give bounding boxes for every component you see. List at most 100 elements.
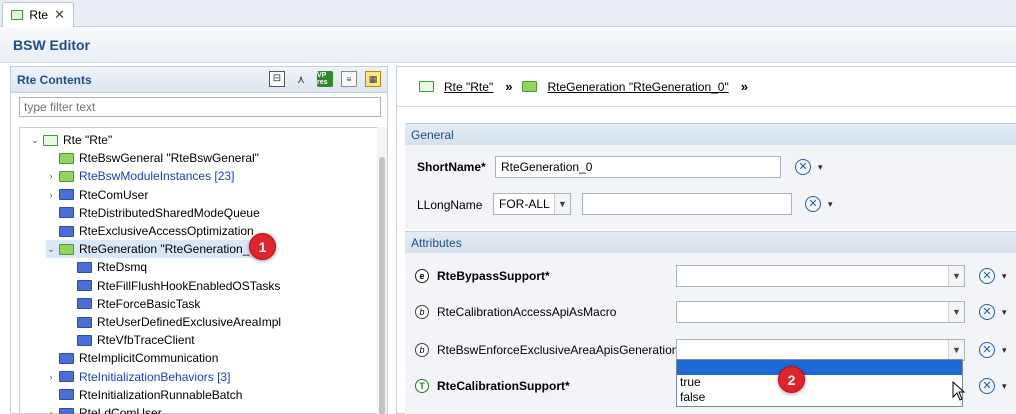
attribute-label: RteCalibrationSupport* (437, 379, 570, 393)
section-header-attributes[interactable]: Attributes (405, 231, 1016, 253)
container-icon (59, 243, 74, 255)
editor-title: BSW Editor (13, 37, 90, 53)
tree-item-label: Rte "Rte" (63, 133, 113, 147)
chevron-down-icon[interactable]: ▼ (948, 340, 964, 360)
tree-item[interactable]: RteBswGeneral "RteBswGeneral" (46, 149, 259, 167)
vp-res-icon[interactable]: VP res (317, 71, 333, 87)
tree-item-label: RteVfbTraceClient (97, 333, 195, 348)
tree-item[interactable]: RteImplicitCommunication (46, 349, 218, 367)
dropdown-option-empty[interactable] (677, 360, 962, 375)
tree-item-label: RteForceBasicTask (97, 296, 201, 311)
attribute-label: RteCalibrationAccessApiAsMacro (437, 305, 617, 319)
package-icon (419, 81, 434, 92)
filter-input[interactable] (19, 97, 381, 117)
longname-input[interactable] (582, 193, 792, 215)
dropdown-option-true[interactable]: true (677, 375, 962, 390)
scrollbar-thumb[interactable] (379, 157, 385, 414)
tree-item[interactable]: › RteInitializationBehaviors [3] (46, 368, 231, 386)
tab-rte[interactable]: Rte ✕ (2, 2, 74, 27)
attribute-value-select[interactable]: ▼ (676, 301, 965, 323)
tree-item[interactable]: RteVfbTraceClient (64, 331, 195, 349)
tree-item[interactable]: ⌄ RteGeneration "RteGeneration_0" (46, 240, 261, 259)
container-def-icon (59, 407, 74, 414)
tab-label: Rte (29, 8, 49, 22)
container-def-icon (77, 280, 92, 292)
container-def-icon (59, 225, 74, 237)
tree-item[interactable]: RteForceBasicTask (64, 295, 200, 313)
section-header-general[interactable]: General (405, 123, 1016, 145)
longname-label: LLongName (417, 198, 483, 212)
document-icon[interactable]: ≡ (341, 71, 357, 87)
general-form: ShortName* RteGeneration_0 ✕ ▾ LLongName… (405, 145, 1016, 229)
tree-item[interactable]: ⌄ Rte "Rte" (30, 131, 112, 149)
container-icon (59, 170, 74, 182)
container-def-icon (59, 371, 74, 383)
attribute-type-icon: T (415, 379, 429, 393)
chevron-right-icon[interactable]: › (46, 190, 56, 200)
tree-item-label: RteDsmq (97, 260, 148, 275)
package-icon (11, 10, 24, 20)
collapse-all-icon[interactable]: ⊟ (269, 71, 285, 87)
chevron-down-icon[interactable]: ▾ (1002, 307, 1007, 318)
chevron-down-icon[interactable]: ▾ (1002, 271, 1007, 282)
mouse-cursor-icon (952, 381, 966, 401)
shortname-label: ShortName* (417, 160, 486, 174)
dropdown-list[interactable]: true false (676, 359, 963, 407)
chevron-right-icon[interactable]: › (46, 408, 56, 414)
tree-item[interactable]: RteExclusiveAccessOptimization (46, 222, 254, 240)
tree-item-label: RteLdComUser (79, 406, 162, 414)
close-icon[interactable]: ✕ (54, 7, 65, 23)
chevron-down-icon[interactable]: ▼ (948, 266, 964, 286)
clear-icon[interactable]: ✕ (979, 268, 995, 284)
chevron-down-icon[interactable]: ⌄ (46, 244, 56, 255)
chevron-right-icon[interactable]: › (46, 372, 56, 382)
chevron-right-icon[interactable]: › (46, 171, 56, 181)
chevron-down-icon[interactable]: ⌄ (30, 135, 40, 146)
attribute-value-select[interactable]: ▼ (676, 265, 965, 287)
chevron-down-icon[interactable]: ▾ (1002, 381, 1007, 392)
contents-tree: ⌄ Rte "Rte" RteBswGeneral "RteBswGeneral" ›… (19, 127, 381, 414)
attribute-value-select[interactable]: ▼ (676, 339, 965, 361)
chevron-down-icon[interactable]: ▾ (1002, 345, 1007, 356)
link-editor-icon[interactable]: ⋏ (293, 71, 309, 87)
tree-item[interactable]: RteDistributedSharedModeQueue (46, 204, 260, 222)
contents-panel: Rte Contents ⊟ ⋏ VP res ≡ ▦ ⌄ Rte "Rte" Rt… (10, 66, 388, 414)
breadcrumb: Rte "Rte" » RteGeneration "RteGeneration… (397, 67, 1016, 107)
editor-tab-bar: Rte ✕ (0, 0, 1016, 27)
chevron-down-icon[interactable]: ▼ (554, 194, 570, 214)
clear-icon[interactable]: ✕ (795, 159, 811, 175)
container-icon (522, 81, 538, 92)
contents-toolbar: ⊟ ⋏ VP res ≡ ▦ (269, 71, 381, 87)
shortname-input[interactable]: RteGeneration_0 (495, 156, 781, 178)
breadcrumb-separator[interactable]: » (505, 79, 512, 94)
chevron-down-icon[interactable]: ▾ (828, 199, 833, 210)
breadcrumb-item-rte[interactable]: Rte "Rte" (419, 80, 493, 94)
dropdown-option-false[interactable]: false (677, 390, 962, 405)
tree-item[interactable]: › RteComUser (46, 186, 149, 204)
tree-item-label: RteDistributedSharedModeQueue (79, 205, 260, 220)
tree-item[interactable]: › RteBswModuleInstances [23] (46, 167, 235, 185)
chevron-down-icon[interactable]: ▼ (948, 302, 964, 322)
language-select[interactable]: FOR-ALL ▼ (493, 193, 571, 215)
tree-scrollbar[interactable] (377, 127, 387, 414)
breadcrumb-separator[interactable]: » (741, 79, 748, 94)
breadcrumb-item-rtegeneration[interactable]: RteGeneration "RteGeneration_0" (522, 80, 729, 94)
tree-item[interactable]: RteUserDefinedExclusiveAreaImpl (64, 313, 281, 331)
clear-icon[interactable]: ✕ (979, 378, 995, 394)
container-def-icon (77, 298, 92, 310)
tree-item[interactable]: RteFillFlushHookEnabledOSTasks (64, 277, 280, 295)
tree-item-label: RteComUser (79, 187, 149, 202)
clear-icon[interactable]: ✕ (979, 304, 995, 320)
container-def-icon (59, 352, 74, 364)
breadcrumb-link[interactable]: Rte "Rte" (444, 80, 493, 94)
tree-item[interactable]: RteDsmq (64, 258, 147, 276)
chevron-down-icon[interactable]: ▾ (818, 162, 823, 173)
clear-icon[interactable]: ✕ (805, 196, 821, 212)
tree-item[interactable]: RteInitializationRunnableBatch (46, 386, 242, 404)
table-layout-icon[interactable]: ▦ (365, 71, 381, 87)
tree-item-label: RteInitializationBehaviors [3] (79, 369, 231, 384)
breadcrumb-link[interactable]: RteGeneration "RteGeneration_0" (547, 80, 728, 94)
clear-icon[interactable]: ✕ (979, 342, 995, 358)
tree-item[interactable]: › RteLdComUser (46, 404, 162, 414)
package-icon (43, 134, 58, 146)
